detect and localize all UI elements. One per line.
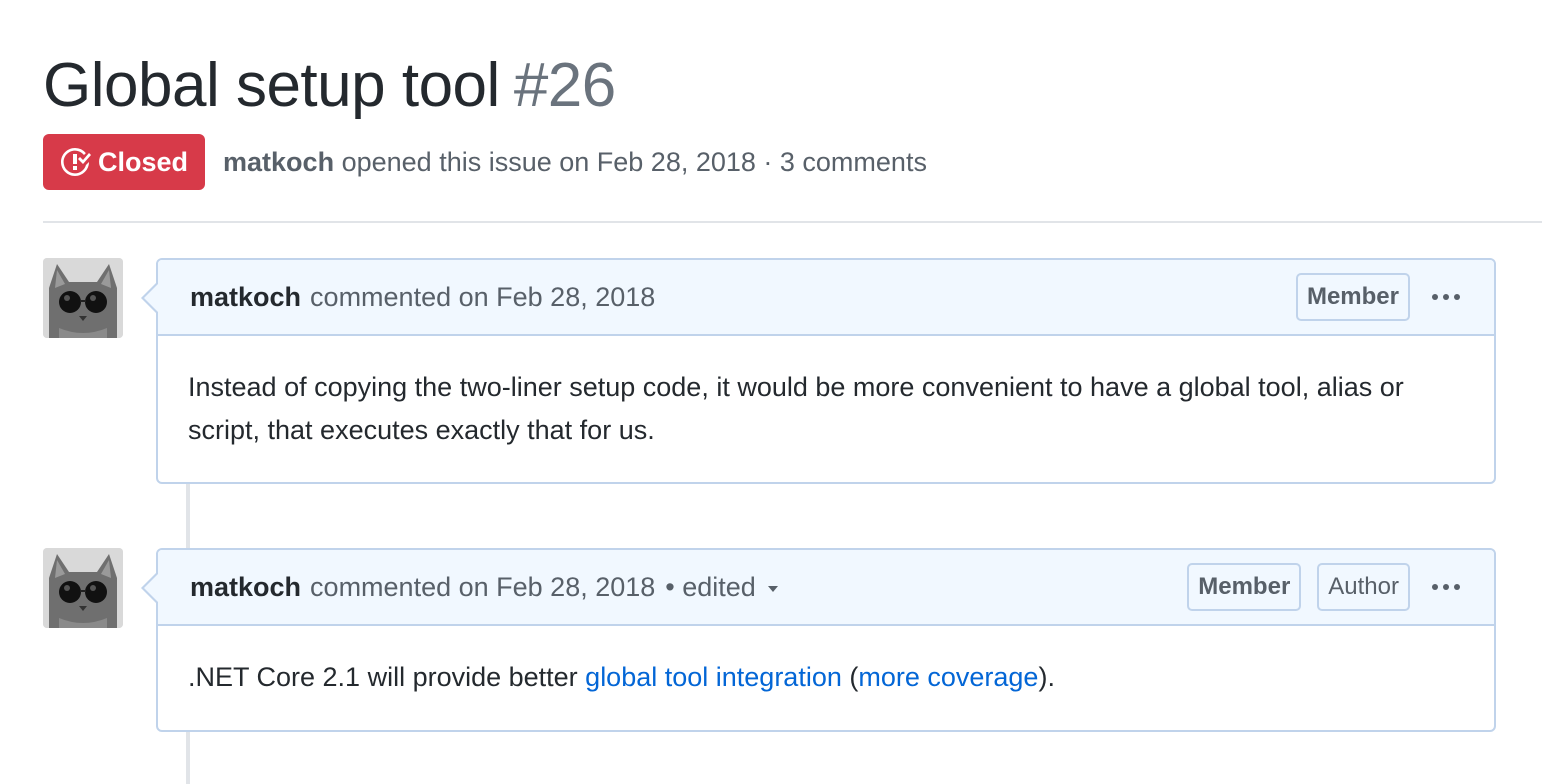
issue-title-text: Global setup tool [43,51,500,120]
caret-down-icon [767,586,778,592]
global-tool-integration-link[interactable]: global tool integration [585,662,842,692]
comment-body: Instead of copying the two-liner setup c… [158,336,1494,452]
edited-label: • edited [665,571,756,602]
comment-arrow-inner [144,574,158,602]
comment-body: .NET Core 2.1 will provide better global… [158,626,1494,699]
comment-author-link[interactable]: matkoch [190,572,301,603]
comment-body-text: .NET Core 2.1 will provide better global… [188,656,1464,699]
comment-header: matkoch commented on Feb 28, 2018 Member [158,260,1494,336]
issue-closed-icon [61,147,91,176]
comment-2: matkoch commented on Feb 28, 2018 • edit… [141,548,1496,732]
kebab-icon-dot [1454,584,1460,590]
comment-header: matkoch commented on Feb 28, 2018 • edit… [158,550,1494,626]
comment-body-text: Instead of copying the two-liner setup c… [188,372,1404,445]
body-suffix: ). [1038,662,1055,692]
comment-author-link[interactable]: matkoch [190,282,301,313]
comment-menu-button[interactable] [1432,584,1466,590]
issue-title: Global setup tool #26 [43,50,616,122]
issue-opened-text: opened this issue on Feb 28, 2018 · 3 co… [341,146,927,177]
issue-meta-text: matkoch opened this issue on Feb 28, 201… [223,147,927,178]
kebab-icon-dot [1432,584,1438,590]
more-coverage-link[interactable]: more coverage [858,662,1038,692]
author-label: Author [1317,563,1410,611]
member-label: Member [1187,563,1302,611]
kebab-icon-dot [1454,294,1460,300]
cat-avatar [43,548,123,628]
issue-meta: Closed matkoch opened this issue on Feb … [43,134,927,190]
avatar[interactable] [43,258,123,338]
comment-menu-button[interactable] [1432,294,1466,300]
cat-avatar [43,258,123,338]
state-label: Closed [98,146,189,177]
kebab-icon-dot [1432,294,1438,300]
issue-author-link[interactable]: matkoch [223,147,334,177]
comment-1: matkoch commented on Feb 28, 2018 Member… [141,258,1496,484]
comment-timestamp[interactable]: commented on Feb 28, 2018 [310,282,655,313]
state-badge: Closed [43,134,206,190]
body-prefix: .NET Core 2.1 will provide better [188,662,586,692]
header-divider [43,221,1542,223]
body-between: ( [841,662,859,692]
kebab-icon-dot [1443,584,1449,590]
edited-dropdown[interactable]: • edited [665,572,778,603]
kebab-icon-dot [1443,294,1449,300]
comment-timestamp[interactable]: commented on Feb 28, 2018 [310,572,655,603]
avatar[interactable] [43,548,123,628]
comment-arrow-inner [144,284,158,312]
issue-number: #26 [513,51,616,120]
member-label: Member [1295,273,1410,321]
